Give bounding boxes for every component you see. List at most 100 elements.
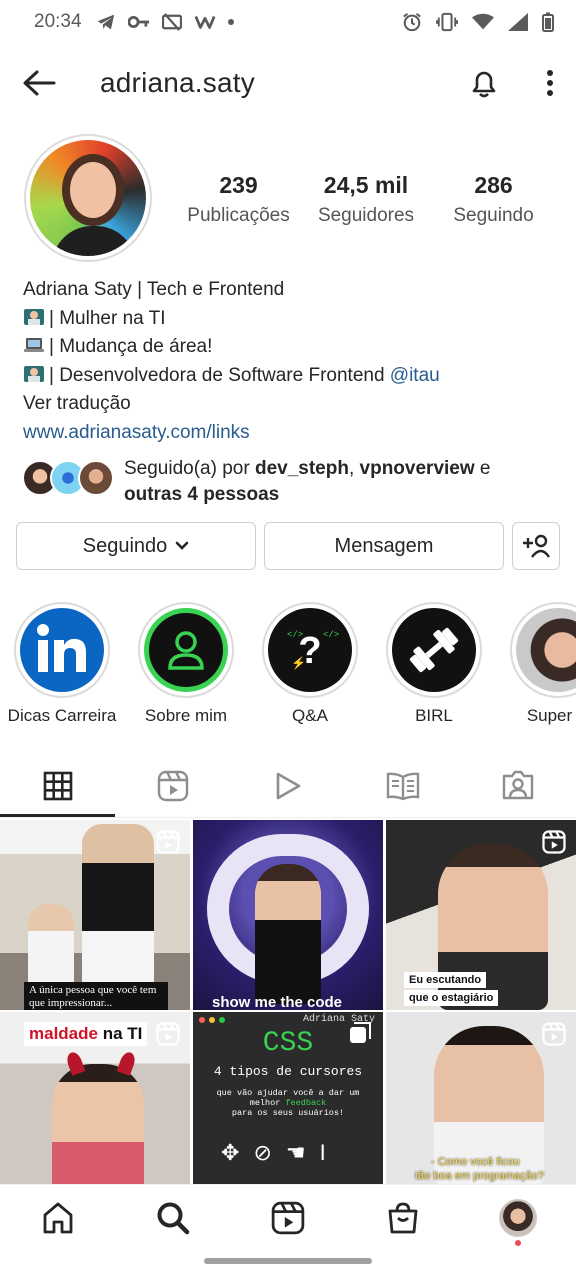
bio-line-2: | Mudança de área! <box>23 333 563 362</box>
post-desc-2: melhor feedback <box>249 1098 327 1108</box>
battery-icon <box>542 12 554 32</box>
bio-website-link[interactable]: www.adrianasaty.com/links <box>23 419 563 448</box>
reel-badge-icon <box>156 1022 180 1046</box>
woman-technologist-emoji-icon <box>24 365 44 382</box>
stat-following[interactable]: 286 Seguindo <box>431 172 556 227</box>
posts-grid: A única pessoa que você tem que impressi… <box>0 820 576 1184</box>
laptop-emoji-icon <box>24 338 44 353</box>
svg-text:⚡: ⚡ <box>291 656 306 671</box>
stat-followers[interactable]: 24,5 mil Seguidores <box>304 172 429 227</box>
post-thumbnail[interactable]: Eu escutando que o estagiário <box>386 820 576 1010</box>
nav-home[interactable] <box>28 1188 88 1248</box>
profile-header: adriana.saty <box>0 58 576 108</box>
linkedin-icon <box>37 624 86 672</box>
mutual-user-2[interactable]: vpnoverview <box>360 458 475 479</box>
back-arrow-icon[interactable] <box>22 69 56 97</box>
post-thumbnail[interactable]: Adriana Saty CSS 4 tipos de cursores que… <box>193 1012 383 1184</box>
nav-profile[interactable] <box>488 1188 548 1248</box>
post-caption: que o estagiário <box>404 990 499 1006</box>
photo-off-icon <box>161 13 182 31</box>
highlight-super-d[interactable]: Super D <box>496 602 576 732</box>
message-button[interactable]: Mensagem <box>264 522 504 570</box>
mutual-user-1[interactable]: dev_steph <box>255 458 349 479</box>
profile-username: adriana.saty <box>100 67 255 98</box>
grid-icon <box>43 771 72 801</box>
highlight-label: Dicas Carreira <box>7 706 117 725</box>
mutual-others[interactable]: outras 4 pessoas <box>124 484 279 505</box>
home-icon <box>43 1202 72 1233</box>
stat-following-label: Seguindo <box>453 205 534 226</box>
tab-guides[interactable] <box>346 756 461 816</box>
search-icon <box>157 1202 190 1234</box>
woman-technologist-emoji-icon <box>24 308 44 325</box>
person-icon <box>168 631 204 670</box>
nav-profile-avatar <box>499 1198 538 1237</box>
stat-posts[interactable]: 239 Publicações <box>176 172 301 227</box>
bio-line-3: | Desenvolvedora de Software Frontend @i… <box>23 362 563 391</box>
text-cursor-icon: I <box>319 1140 326 1165</box>
profile-stats: 239 Publicações 24,5 mil Seguidores 286 … <box>176 172 556 227</box>
home-indicator[interactable] <box>204 1258 372 1264</box>
tab-reels[interactable] <box>115 756 230 816</box>
question-icon: ?⚡</></> <box>287 630 339 672</box>
status-bar: 20:34 <box>0 0 576 44</box>
see-translation-link[interactable]: Ver tradução <box>23 390 563 419</box>
profile-actions: Seguindo Mensagem <box>16 522 560 570</box>
hand-cursor-icon: ☚ <box>285 1140 306 1165</box>
highlight-dicas-carreira[interactable]: Dicas Carreira <box>0 602 124 732</box>
profile-bio: Adriana Saty | Tech e Frontend | Mulher … <box>23 276 563 448</box>
profile-notification-dot <box>515 1239 522 1246</box>
post-caption: Eu escutando <box>404 972 487 988</box>
vibrate-icon <box>436 12 458 32</box>
post-thumbnail[interactable]: maldade na TI <box>0 1012 190 1184</box>
more-options-icon[interactable] <box>546 70 554 96</box>
highlight-label: Sobre mim <box>144 706 228 725</box>
nav-shop[interactable] <box>373 1188 433 1248</box>
reels-icon <box>271 1201 305 1234</box>
stat-posts-count: 239 <box>219 172 258 198</box>
wifi-icon <box>472 13 494 30</box>
highlight-label: Q&A <box>292 706 328 725</box>
highlight-qa[interactable]: ? ⚡ </> </> Q&A <box>248 602 372 732</box>
alarm-icon <box>403 13 421 32</box>
highlight-sobre-mim[interactable]: Sobre mim <box>124 602 248 732</box>
more-notifications-dot-icon <box>227 19 234 25</box>
following-button[interactable]: Seguindo <box>16 522 256 570</box>
stat-posts-label: Publicações <box>187 205 290 226</box>
nav-search[interactable] <box>143 1188 203 1248</box>
post-caption: show me the code <box>212 994 343 1010</box>
story-highlights: Dicas Carreira Sobre mim ? ⚡ </> </> Q&A BI… <box>0 602 576 732</box>
post-desc-1: que vão ajudar você a dar um <box>216 1088 360 1098</box>
tab-videos[interactable] <box>230 756 345 816</box>
post-thumbnail[interactable]: A única pessoa que você tem que impressi… <box>0 820 190 1010</box>
stat-followers-label: Seguidores <box>317 205 415 226</box>
add-person-icon <box>523 534 550 558</box>
bio-mention-itau[interactable]: @itau <box>390 365 440 386</box>
tab-grid[interactable] <box>0 756 115 816</box>
followed-by[interactable]: Seguido(a) por dev_steph, vpnoverview e … <box>22 456 562 508</box>
profile-avatar[interactable] <box>24 134 152 262</box>
tab-tagged[interactable] <box>461 756 576 816</box>
profile-photo <box>30 140 146 256</box>
status-system <box>402 12 554 32</box>
notification-bell-icon[interactable] <box>468 67 500 99</box>
profile-tabs <box>0 756 576 818</box>
reels-icon <box>157 770 188 802</box>
post-caption: tão boa em programação? <box>415 1170 545 1182</box>
bio-line-1: | Mulher na TI <box>23 305 563 334</box>
post-thumbnail[interactable]: - Como você ficou tão boa em programação… <box>386 1012 576 1184</box>
highlight-birl[interactable]: BIRL <box>372 602 496 732</box>
post-caption: maldade na TI <box>24 1022 148 1046</box>
mutual-avatars <box>22 456 118 496</box>
move-cursor-icon: ✥ <box>221 1140 240 1165</box>
dumbbell-icon <box>409 627 459 673</box>
suggest-users-button[interactable] <box>512 522 560 570</box>
mutual-avatar <box>78 460 114 496</box>
nav-reels[interactable] <box>258 1188 318 1248</box>
post-thumbnail[interactable]: show me the code <box>193 820 383 1010</box>
status-time: 20:34 <box>34 11 82 32</box>
not-allowed-cursor-icon: ⊘ <box>253 1140 272 1165</box>
window-controls <box>199 1017 225 1023</box>
shopping-bag-icon <box>388 1202 418 1233</box>
followed-by-text: Seguido(a) por dev_steph, vpnoverview e … <box>124 458 491 505</box>
